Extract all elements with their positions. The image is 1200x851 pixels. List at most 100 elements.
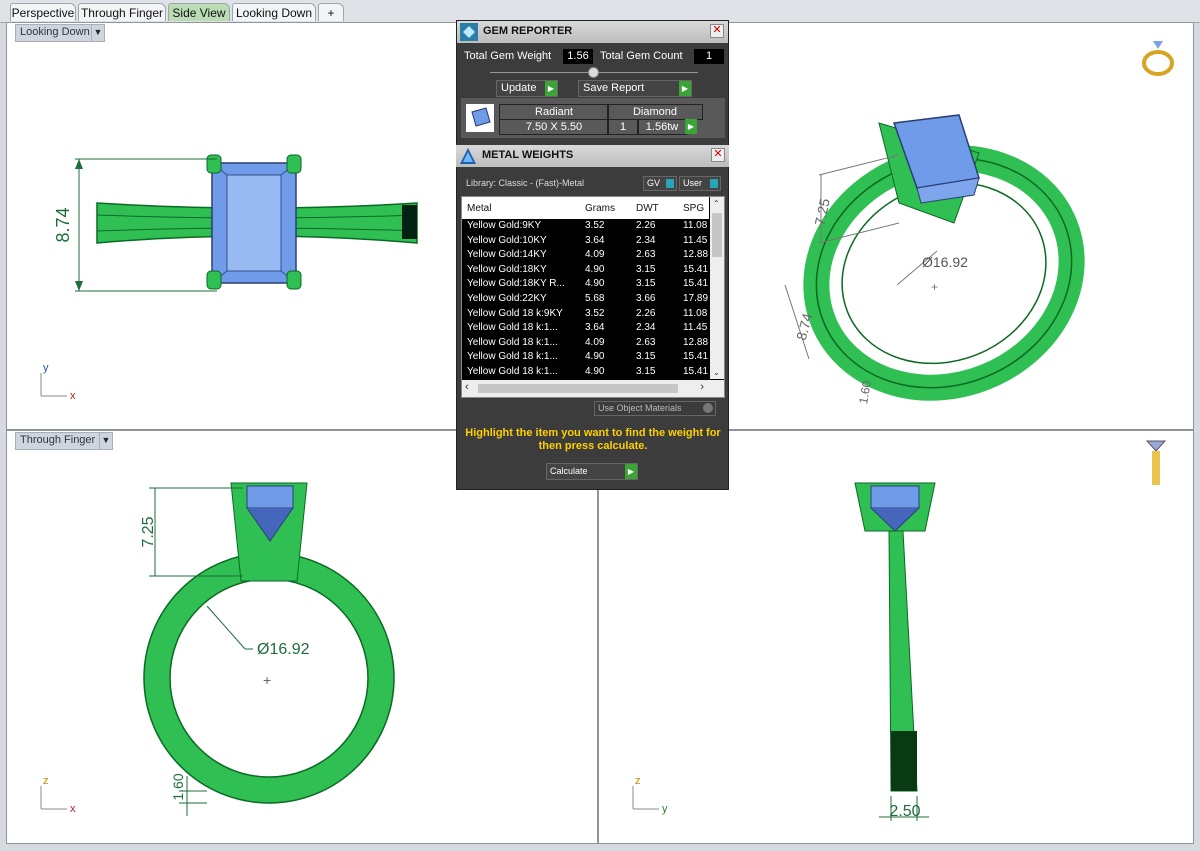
table-row[interactable]: Yellow Gold 18 k:1... 4.90 3.15 15.41 (462, 350, 709, 364)
horizontal-scrollbar[interactable]: ‹ › (462, 380, 724, 397)
save-report-button-label: Save Report (583, 82, 645, 94)
user-toggle-label: User (683, 178, 703, 188)
update-button-label: Update (501, 82, 537, 94)
total-gem-weight-value: 1.56 (563, 49, 593, 64)
axis-x-label: x (70, 803, 76, 815)
column-header-dwt[interactable]: DWT (636, 203, 659, 214)
table-cell: 11.45 (683, 322, 708, 334)
metal-weights-table[interactable]: Metal Grams DWT SPG Yellow Gold:9KY 3.52 2… (461, 196, 725, 398)
slider-handle[interactable] (588, 67, 599, 78)
gem-shape: Radiant (499, 104, 609, 120)
chevron-right-icon[interactable]: › (700, 381, 704, 393)
gv-toggle[interactable]: GV (643, 176, 677, 191)
close-icon[interactable]: ✕ (710, 24, 724, 38)
toggle-indicator-icon (703, 403, 713, 413)
table-cell: Yellow Gold:22KY (467, 293, 547, 304)
finger-orientation-icon[interactable] (1145, 440, 1167, 485)
table-cell: Yellow Gold:14KY (467, 249, 547, 261)
user-toggle[interactable]: User (679, 176, 721, 191)
table-cell: 12.88 (683, 336, 709, 348)
gem-count: 1 (607, 119, 639, 135)
table-cell: Yellow Gold:18KY (467, 263, 547, 275)
library-label: Library: Classic - (Fast)-Metal (466, 178, 585, 188)
table-row[interactable]: Yellow Gold:18KY 4.90 3.15 15.41 (462, 263, 709, 277)
metal-weights-logo-icon (459, 147, 477, 165)
metal-weights-title-bar[interactable]: METAL WEIGHTS ✕ (456, 145, 729, 167)
scrollbar-thumb[interactable] (478, 384, 678, 393)
table-cell: 4.09 (585, 249, 605, 261)
total-gem-weight-label: Total Gem Weight (464, 50, 552, 62)
ring-front-view: 7.25 Ø16.92 + 1.60 z x (40, 482, 395, 816)
table-cell: 3.52 (585, 220, 605, 231)
vertical-scrollbar[interactable]: ⌃ ⌄ (710, 197, 724, 379)
tab-side-view[interactable]: Side View (168, 3, 230, 21)
chevron-down-icon[interactable]: ⌄ (713, 368, 720, 377)
table-row[interactable]: Yellow Gold:22KY 5.68 3.66 17.89 (462, 292, 709, 306)
table-cell: 2.26 (636, 307, 656, 319)
ring-side-view: 2.50 z y (632, 440, 1167, 821)
table-cell: 2.34 (636, 322, 656, 334)
chevron-up-icon[interactable]: ⌃ (713, 199, 720, 208)
play-arrow-icon[interactable]: ▶ (685, 119, 697, 134)
table-cell: 2.34 (636, 234, 656, 246)
table-row[interactable]: Yellow Gold:10KY 3.64 2.34 11.45 (462, 234, 709, 248)
gv-toggle-label: GV (647, 178, 661, 188)
table-cell: 3.64 (585, 234, 605, 246)
gem-reporter-title-bar[interactable]: GEM REPORTER ✕ (457, 21, 728, 43)
use-object-materials-label: Use Object Materials (598, 403, 682, 413)
gem-weight: 1.56tw (637, 119, 687, 135)
table-cell: 15.41 (683, 351, 709, 363)
table-cell: 15.41 (683, 263, 709, 275)
table-row[interactable]: Yellow Gold:9KY 3.52 2.26 11.08 (462, 219, 709, 233)
table-cell: 2.63 (636, 336, 656, 348)
use-object-materials-toggle[interactable]: Use Object Materials (594, 401, 716, 416)
table-row[interactable]: Yellow Gold 18 k:1... 4.90 3.15 15.41 (462, 365, 709, 379)
table-cell: 11.08 (683, 307, 708, 319)
dimension-label-2: 1.60 (170, 773, 186, 800)
table-row[interactable]: Yellow Gold:18KY R... 4.90 3.15 15.41 (462, 277, 709, 291)
viewport-side-view[interactable]: 2.50 z y (598, 430, 1194, 844)
add-tab-button[interactable]: + (318, 3, 344, 21)
toggle-indicator-icon (710, 179, 718, 188)
axis-y-label: y (43, 362, 49, 374)
calculate-button[interactable]: Calculate ▶ (546, 463, 638, 480)
column-header-metal[interactable]: Metal (467, 203, 491, 214)
table-cell: 5.68 (585, 293, 605, 304)
table-cell: 3.52 (585, 307, 605, 319)
dimension-label: 2.50 (889, 803, 920, 820)
dimension-label-2: 8.74 (793, 311, 816, 342)
close-icon[interactable]: ✕ (711, 148, 725, 162)
update-button[interactable]: Update ▶ (496, 80, 558, 97)
table-cell: 4.90 (585, 278, 605, 290)
tab-through-finger[interactable]: Through Finger (78, 3, 166, 21)
dimension-label-3: 1.60 (856, 379, 874, 405)
table-row[interactable]: Yellow Gold 18 k:9KY 3.52 2.26 11.08 (462, 307, 709, 321)
play-arrow-icon: ▶ (679, 81, 691, 96)
save-report-button[interactable]: Save Report ▶ (578, 80, 692, 97)
table-cell: 11.45 (683, 234, 708, 246)
table-cell: Yellow Gold:10KY (467, 234, 547, 246)
table-row[interactable]: Yellow Gold:14KY 4.09 2.63 12.88 (462, 248, 709, 262)
table-row[interactable]: Yellow Gold 18 k:1... 4.09 2.63 12.88 (462, 336, 709, 350)
axis-y-label: y (662, 803, 668, 815)
dimension-label: 8.74 (53, 207, 73, 242)
column-header-grams[interactable]: Grams (585, 203, 615, 214)
table-cell: 15.41 (683, 278, 709, 290)
table-cell: 11.08 (683, 220, 708, 231)
ring-preview-icon[interactable] (1142, 41, 1174, 76)
axis-z-label: z (635, 775, 641, 787)
table-cell: 3.15 (636, 278, 656, 290)
tab-perspective[interactable]: Perspective (10, 3, 76, 21)
table-cell: Yellow Gold 18 k:1... (467, 366, 558, 377)
scrollbar-thumb[interactable] (712, 213, 722, 257)
table-cell: 3.66 (636, 293, 656, 304)
table-cell: 3.15 (636, 366, 656, 377)
tab-looking-down[interactable]: Looking Down (232, 3, 316, 21)
table-row[interactable]: Yellow Gold 18 k:1... 3.64 2.34 11.45 (462, 321, 709, 335)
gem-list-row[interactable]: Radiant Diamond 7.50 X 5.50 1 1.56tw ▶ (461, 98, 725, 138)
chevron-left-icon[interactable]: ‹ (465, 381, 469, 393)
table-cell: 4.09 (585, 336, 605, 348)
column-header-spg[interactable]: SPG (683, 203, 704, 214)
gem-reporter-logo-icon (460, 23, 478, 41)
viewport-through-finger[interactable]: Through Finger ▼ 7.25 Ø16.92 + 1.60 z x (6, 430, 598, 844)
